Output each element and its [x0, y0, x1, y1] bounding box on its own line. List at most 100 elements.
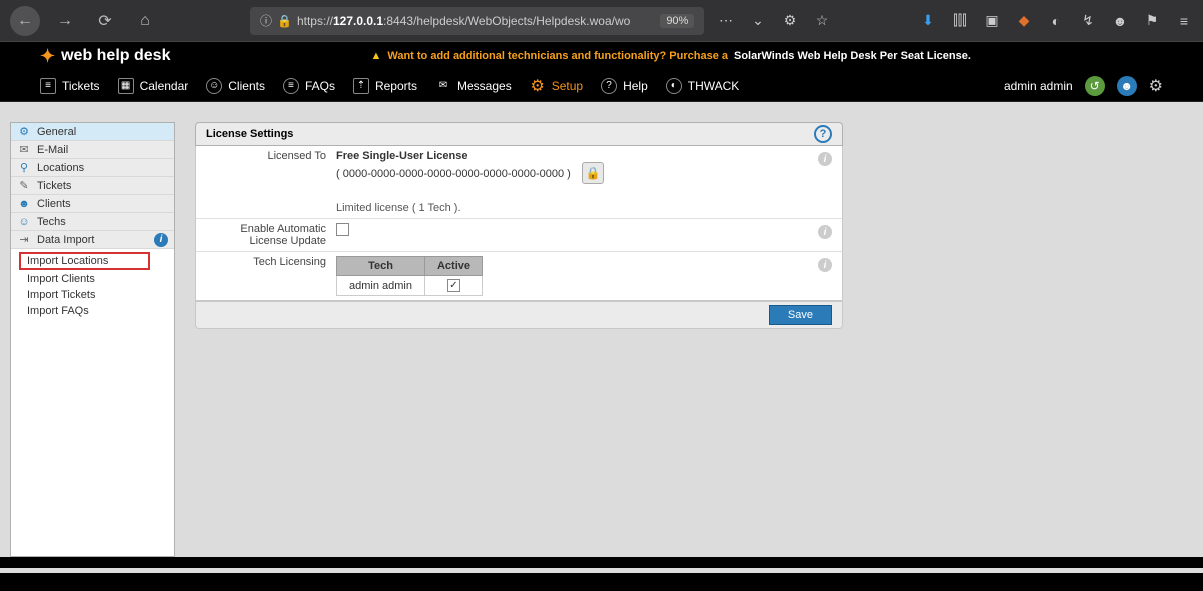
- lock-warning-icon: 🔒: [277, 14, 292, 28]
- url-scheme: https://: [297, 14, 333, 28]
- extension-icon-3[interactable]: ↯: [1079, 12, 1097, 30]
- account-icon[interactable]: ☻: [1111, 12, 1129, 30]
- row-tech-licensing: Tech Licensing Tech Active admin admin ✓…: [196, 251, 842, 300]
- info-icon[interactable]: i: [818, 258, 832, 272]
- nav-calendar[interactable]: ▦Calendar: [118, 78, 189, 94]
- nav-user-area: admin admin ↺ ☻ ⚙: [1004, 76, 1163, 96]
- person-icon: ☺: [206, 78, 222, 94]
- sidebar-subitems: Import Locations Import Clients Import T…: [11, 249, 174, 319]
- tech-active-checkbox[interactable]: ✓: [447, 279, 460, 292]
- banner-text-1: Want to add additional technicians and f…: [387, 50, 728, 62]
- zoom-badge[interactable]: 90%: [660, 14, 694, 28]
- auto-update-label: Enable Automatic License Update: [206, 223, 336, 247]
- user-status-icon[interactable]: ↺: [1085, 76, 1105, 96]
- sidebar-item-email[interactable]: ✉E-Mail: [11, 141, 174, 159]
- auto-update-checkbox[interactable]: [336, 223, 349, 236]
- sidebar-sub-import-faqs[interactable]: Import FAQs: [11, 303, 174, 319]
- sidebar-item-clients[interactable]: ☻Clients: [11, 195, 174, 213]
- sidebar-icon[interactable]: ▣: [983, 12, 1001, 30]
- info-icon: ⓘ: [260, 12, 272, 29]
- sidebar-item-techs[interactable]: ☺Techs: [11, 213, 174, 231]
- url-path: :8443/helpdesk/WebObjects/Helpdesk.woa/w…: [383, 14, 630, 28]
- nav-thwack[interactable]: ◐THWACK: [666, 78, 740, 94]
- extension-icon-2[interactable]: ◐: [1047, 12, 1065, 30]
- license-key: ( 0000-0000-0000-0000-0000-0000-0000-000…: [336, 168, 571, 180]
- faqs-icon: ≡: [283, 78, 299, 94]
- import-icon: ⇥: [17, 233, 31, 247]
- save-button[interactable]: Save: [769, 305, 832, 325]
- reload-button[interactable]: ⟳: [90, 6, 120, 36]
- license-lock-button[interactable]: 🔒: [582, 162, 604, 184]
- info-icon[interactable]: i: [818, 152, 832, 166]
- sidebar-item-dataimport[interactable]: ⇥Data Importi: [11, 231, 174, 249]
- auto-update-value: i: [336, 223, 832, 247]
- ticket-icon: ✎: [17, 179, 31, 193]
- licensed-to-value: Free Single-User License ( 0000-0000-000…: [336, 150, 832, 214]
- calendar-icon: ▦: [118, 78, 134, 94]
- app-logo[interactable]: ✦ web help desk: [40, 46, 170, 67]
- current-user[interactable]: admin admin: [1004, 79, 1073, 93]
- menu-icon[interactable]: ≡: [1175, 12, 1193, 30]
- sidebar-sub-import-locations[interactable]: Import Locations: [19, 252, 150, 270]
- info-icon[interactable]: i: [154, 233, 168, 247]
- license-banner[interactable]: ▲ Want to add additional technicians and…: [370, 50, 970, 62]
- clients-icon: ☻: [17, 197, 31, 211]
- downloads-icon[interactable]: ⬇: [919, 12, 937, 30]
- row-licensed-to: Licensed To Free Single-User License ( 0…: [196, 146, 842, 218]
- nav-reports[interactable]: ⇡Reports: [353, 78, 417, 94]
- home-button[interactable]: ⌂: [130, 6, 160, 36]
- forward-button[interactable]: →: [50, 6, 80, 36]
- app-header: ✦ web help desk ▲ Want to add additional…: [0, 42, 1203, 70]
- license-name: Free Single-User License: [336, 150, 467, 162]
- panel-help-icon[interactable]: ?: [814, 125, 832, 143]
- table-row: admin admin ✓: [337, 276, 483, 296]
- th-tech: Tech: [337, 257, 425, 276]
- nav-help[interactable]: ?Help: [601, 78, 648, 94]
- pin-icon: ⚲: [17, 161, 31, 175]
- panel-footer: Save: [195, 301, 843, 329]
- gear-icon: ⚙: [17, 125, 31, 139]
- pocket-icon[interactable]: ⌄: [749, 12, 767, 30]
- library-icon[interactable]: ⫿⫿⫿: [951, 12, 969, 30]
- mail-icon: ✉: [435, 78, 451, 94]
- url-bar[interactable]: ⓘ 🔒 https://127.0.0.1:8443/helpdesk/WebO…: [250, 7, 704, 35]
- sidebar-item-general[interactable]: ⚙General: [11, 123, 174, 141]
- row-auto-update: Enable Automatic License Update i: [196, 218, 842, 251]
- nav-setup[interactable]: ⚙Setup: [530, 78, 583, 94]
- customize-icon[interactable]: ⚑: [1143, 12, 1161, 30]
- star-icon[interactable]: ☆: [813, 12, 831, 30]
- sidebar-sub-import-clients[interactable]: Import Clients: [11, 271, 174, 287]
- browser-right-controls: ⋯ ⌄ ⚙ ☆ ⬇ ⫿⫿⫿ ▣ ◆ ◐ ↯ ☻ ⚑ ≡: [717, 12, 1193, 30]
- panel-header: License Settings ?: [195, 122, 843, 146]
- tech-name-cell: admin admin: [337, 276, 425, 296]
- info-icon[interactable]: i: [818, 225, 832, 239]
- sidebar-item-locations[interactable]: ⚲Locations: [11, 159, 174, 177]
- content-area: ⚙General ✉E-Mail ⚲Locations ✎Tickets ☻Cl…: [0, 102, 1203, 557]
- nav-tickets[interactable]: ≡Tickets: [40, 78, 100, 94]
- extension-icon-1[interactable]: ◆: [1015, 12, 1033, 30]
- settings-gear-icon[interactable]: ⚙: [1149, 76, 1163, 96]
- nav-faqs[interactable]: ≡FAQs: [283, 78, 335, 94]
- sidebar-sub-import-tickets[interactable]: Import Tickets: [11, 287, 174, 303]
- limited-license-text: Limited license ( 1 Tech ).: [336, 202, 832, 214]
- bottom-bar: [0, 573, 1203, 591]
- nav-clients[interactable]: ☺Clients: [206, 78, 265, 94]
- tech-table: Tech Active admin admin ✓: [336, 256, 483, 296]
- tech-licensing-label: Tech Licensing: [206, 256, 336, 296]
- tech-licensing-value: Tech Active admin admin ✓ i: [336, 256, 832, 296]
- panel-body: Licensed To Free Single-User License ( 0…: [195, 146, 843, 301]
- user-avatar-icon[interactable]: ☻: [1117, 76, 1137, 96]
- more-icon[interactable]: ⋯: [717, 12, 735, 30]
- warning-icon: ▲: [370, 50, 381, 62]
- back-button[interactable]: ←: [10, 6, 40, 36]
- sidebar-item-tickets[interactable]: ✎Tickets: [11, 177, 174, 195]
- list-icon: ≡: [40, 78, 56, 94]
- mail-icon: ✉: [17, 143, 31, 157]
- panel-title: License Settings: [206, 128, 293, 140]
- setup-sidebar: ⚙General ✉E-Mail ⚲Locations ✎Tickets ☻Cl…: [10, 122, 175, 557]
- protection-icon[interactable]: ⚙: [781, 12, 799, 30]
- nav-messages[interactable]: ✉Messages: [435, 78, 512, 94]
- licensed-to-label: Licensed To: [206, 150, 336, 214]
- th-active: Active: [424, 257, 482, 276]
- gear-icon: ⚙: [530, 78, 546, 94]
